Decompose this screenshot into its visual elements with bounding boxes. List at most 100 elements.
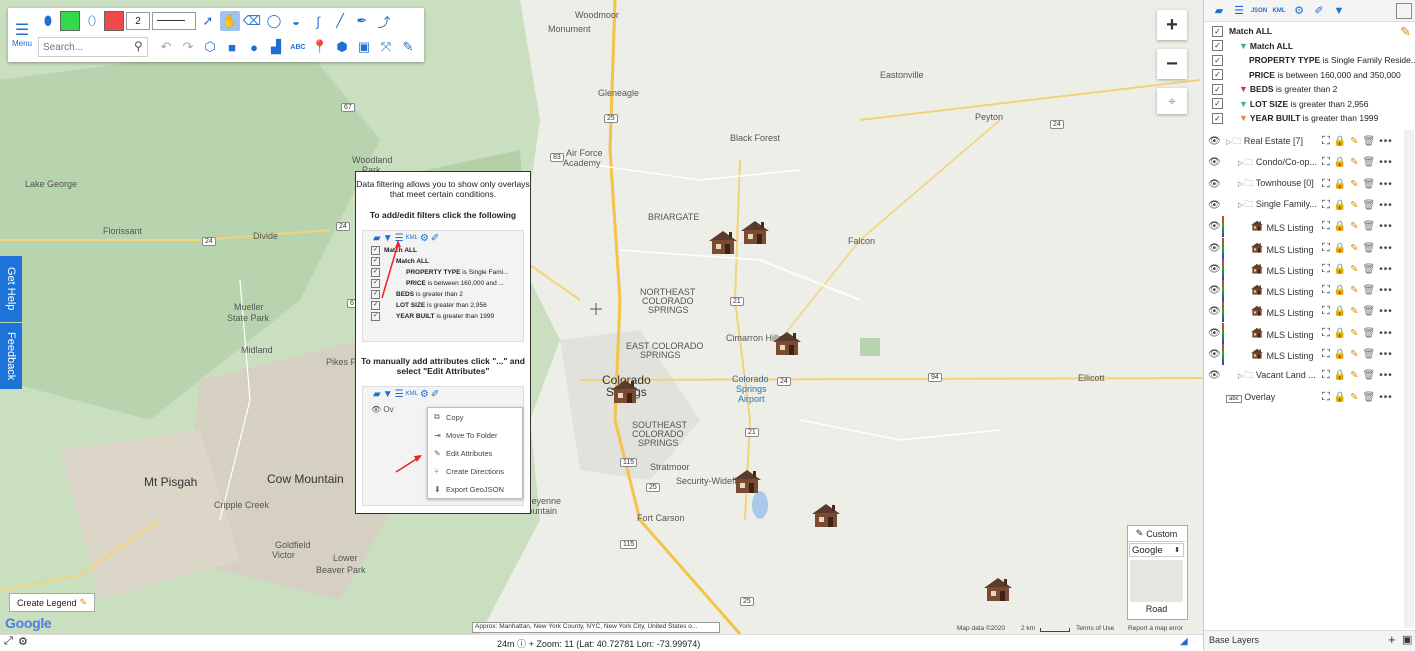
image-icon[interactable]: ▣: [354, 37, 374, 57]
trash-icon[interactable]: 🗑: [1363, 221, 1376, 232]
edit-pencil-icon[interactable]: ✎: [1350, 200, 1358, 211]
filter-row[interactable]: ✓ Match ALL: [1204, 24, 1415, 38]
edit-pencil-icon[interactable]: ✎: [1350, 264, 1358, 275]
lock-icon[interactable]: 🔒: [1334, 157, 1346, 168]
filter-row[interactable]: ✓ ▼ Match ALL: [1204, 39, 1415, 53]
freehand-icon[interactable]: ∫: [308, 11, 328, 31]
layer-row[interactable]: abc Overlay ⛶ 🔒 ✎ 🗑 •••: [1204, 387, 1415, 408]
report-error-link[interactable]: Report a map error: [1128, 625, 1183, 632]
lock-icon[interactable]: 🔒: [1334, 179, 1346, 190]
add-base-layer-icon[interactable]: +: [1388, 632, 1396, 647]
trash-icon[interactable]: 🗑: [1363, 392, 1376, 403]
measure-icon[interactable]: ⤧: [376, 37, 396, 57]
fullscreen-icon[interactable]: ⤢: [4, 635, 13, 648]
line-width-stepper[interactable]: 2: [126, 12, 150, 30]
pointer-icon[interactable]: ➚: [198, 11, 218, 31]
expand-toggle-icon[interactable]: ▷: [1238, 160, 1243, 167]
filter-row[interactable]: ✓ ▼ LOT SIZE is greater than 2,956: [1204, 97, 1415, 111]
expand-toggle-icon[interactable]: ▷: [1238, 373, 1243, 380]
stroke-color-swatch[interactable]: [104, 11, 124, 31]
3d-cube-icon[interactable]: ⬢: [332, 37, 352, 57]
trash-icon[interactable]: 🗑: [1363, 200, 1376, 211]
focus-icon[interactable]: ⛶: [1322, 284, 1330, 297]
more-options-icon[interactable]: •••: [1379, 179, 1393, 190]
focus-icon[interactable]: ⛶: [1322, 305, 1330, 318]
checkbox[interactable]: ✓: [1212, 98, 1223, 109]
visibility-eye-icon[interactable]: 👁: [1208, 200, 1221, 211]
trash-icon[interactable]: 🗑: [1363, 157, 1376, 168]
line-icon[interactable]: ╱: [330, 11, 350, 31]
house-marker-icon[interactable]: [609, 378, 641, 404]
lock-icon[interactable]: 🔒: [1334, 243, 1346, 254]
visibility-eye-icon[interactable]: 👁: [1208, 349, 1221, 360]
gear-icon[interactable]: ⚙: [18, 635, 28, 648]
house-marker-icon[interactable]: [731, 468, 763, 494]
road-thumbnail[interactable]: [1130, 560, 1183, 602]
trash-icon[interactable]: 🗑: [1363, 370, 1376, 381]
house-marker-icon[interactable]: [810, 502, 842, 528]
list-icon[interactable]: ☰: [1230, 2, 1248, 20]
undo-icon[interactable]: ↶: [156, 37, 176, 57]
pen-icon[interactable]: ✒: [352, 11, 372, 31]
trash-icon[interactable]: 🗑: [1363, 243, 1376, 254]
search-input[interactable]: [38, 37, 148, 57]
edit-pencil-icon[interactable]: ✎: [1350, 306, 1358, 317]
more-options-icon[interactable]: •••: [1379, 392, 1393, 403]
more-options-icon[interactable]: •••: [1379, 328, 1393, 339]
kml-icon[interactable]: KML: [1270, 2, 1288, 20]
visibility-eye-icon[interactable]: 👁: [1208, 179, 1221, 190]
visibility-eye-icon[interactable]: 👁: [1208, 136, 1221, 147]
more-options-icon[interactable]: •••: [1379, 243, 1393, 254]
layer-row[interactable]: 👁 MLS Listing ⛶ 🔒 ✎ 🗑 •••: [1204, 280, 1415, 302]
visibility-eye-icon[interactable]: 👁: [1208, 306, 1221, 317]
focus-icon[interactable]: ⛶: [1322, 199, 1330, 212]
panel-collapse-button[interactable]: [1396, 3, 1412, 19]
edit-pencil-icon[interactable]: ✎: [1350, 392, 1358, 403]
edit-pencil-icon[interactable]: ✎: [1350, 179, 1358, 190]
house-marker-icon[interactable]: [771, 330, 803, 356]
layer-row[interactable]: 👁 MLS Listing ⛶ 🔒 ✎ 🗑 •••: [1204, 258, 1415, 280]
trash-icon[interactable]: 🗑: [1363, 328, 1376, 339]
more-options-icon[interactable]: •••: [1379, 157, 1393, 168]
menu-button[interactable]: ☰ Menu: [8, 8, 36, 62]
filter-row[interactable]: ✓ ▼ BEDS is greater than 2: [1204, 82, 1415, 96]
trash-icon[interactable]: 🗑: [1363, 349, 1376, 360]
pan-icon[interactable]: ✋: [220, 11, 240, 31]
focus-icon[interactable]: ⛶: [1322, 242, 1330, 255]
lock-icon[interactable]: 🔒: [1334, 349, 1346, 360]
lock-icon[interactable]: 🔒: [1334, 392, 1346, 403]
create-legend-button[interactable]: Create Legend ✎: [9, 593, 95, 612]
stroke-color-icon[interactable]: ⬯: [82, 11, 102, 31]
panel-scrollbar[interactable]: [1404, 130, 1414, 628]
lock-icon[interactable]: 🔒: [1334, 200, 1346, 211]
layer-row[interactable]: 👁 ▷🗀 Real Estate [7] ⛶ 🔒 ✎ 🗑 •••: [1204, 131, 1415, 152]
lock-icon[interactable]: 🔒: [1334, 264, 1346, 275]
edit-pencil-icon[interactable]: ✎: [1350, 136, 1358, 147]
terms-link[interactable]: Terms of Use: [1076, 625, 1114, 632]
visibility-eye-icon[interactable]: 👁: [1208, 328, 1221, 339]
checkbox[interactable]: ✓: [1212, 112, 1223, 124]
layer-row[interactable]: 👁 MLS Listing ⛶ 🔒 ✎ 🗑 •••: [1204, 322, 1415, 344]
visibility-eye-icon[interactable]: 👁: [1208, 157, 1221, 168]
filter-row[interactable]: ✓ ▼ YEAR BUILT is greater than 1999: [1204, 111, 1415, 125]
basemap-select[interactable]: Google ⬍: [1129, 543, 1184, 557]
folder-icon[interactable]: ▰: [1210, 2, 1228, 20]
checkbox[interactable]: ✓: [1212, 25, 1223, 37]
fill-color-icon[interactable]: ⬮: [38, 11, 58, 31]
expand-icon[interactable]: ▣: [1402, 633, 1412, 646]
redo-icon[interactable]: ↷: [178, 37, 198, 57]
shape-icon[interactable]: ▟: [266, 37, 286, 57]
polygon-icon[interactable]: ⬡: [200, 37, 220, 57]
edit-pencil-icon[interactable]: ✎: [1350, 157, 1358, 168]
get-help-tab[interactable]: Get Help: [0, 256, 22, 322]
trash-icon[interactable]: 🗑: [1363, 179, 1376, 190]
filter-row[interactable]: ✓ PRICE is between 160,000 and 350,000: [1204, 68, 1415, 82]
checkbox[interactable]: ✓: [1212, 83, 1223, 95]
circle-icon[interactable]: ●: [244, 37, 264, 57]
eraser-icon[interactable]: ⌫: [242, 11, 262, 31]
lock-icon[interactable]: 🔒: [1334, 306, 1346, 317]
edit-pencil-icon[interactable]: ✎: [1350, 349, 1358, 360]
visibility-eye-icon[interactable]: 👁: [1208, 221, 1221, 232]
lock-icon[interactable]: 🔒: [1334, 285, 1346, 296]
edit-pencil-icon[interactable]: ✎: [1350, 370, 1358, 381]
